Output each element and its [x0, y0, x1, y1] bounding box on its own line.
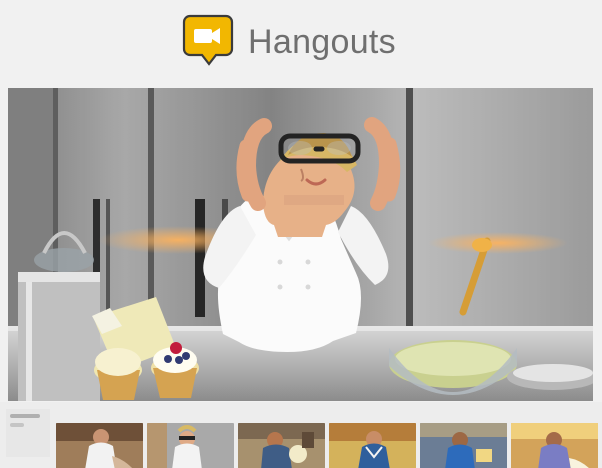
brand-lockup: Hangouts: [182, 14, 396, 68]
participant-thumbnail[interactable]: [238, 423, 325, 468]
header: Hangouts: [0, 0, 602, 86]
app-title: Hangouts: [248, 23, 396, 61]
participant-thumbnail[interactable]: [420, 423, 507, 468]
participant-strip-label: [6, 409, 50, 457]
hangouts-logo-icon: [182, 14, 236, 68]
participant-thumbnails: [56, 423, 598, 468]
hangouts-window: Hangouts: [0, 0, 602, 468]
strip-label-line: [10, 423, 24, 427]
participant-strip: [0, 402, 602, 468]
participant-thumbnail[interactable]: [511, 423, 598, 468]
participant-thumbnail[interactable]: [329, 423, 416, 468]
participant-thumbnail[interactable]: [56, 423, 143, 468]
main-video-feed[interactable]: [8, 88, 593, 401]
strip-label-line: [10, 414, 40, 418]
participant-strip-text: [10, 414, 40, 432]
participant-thumbnail[interactable]: [147, 423, 234, 468]
